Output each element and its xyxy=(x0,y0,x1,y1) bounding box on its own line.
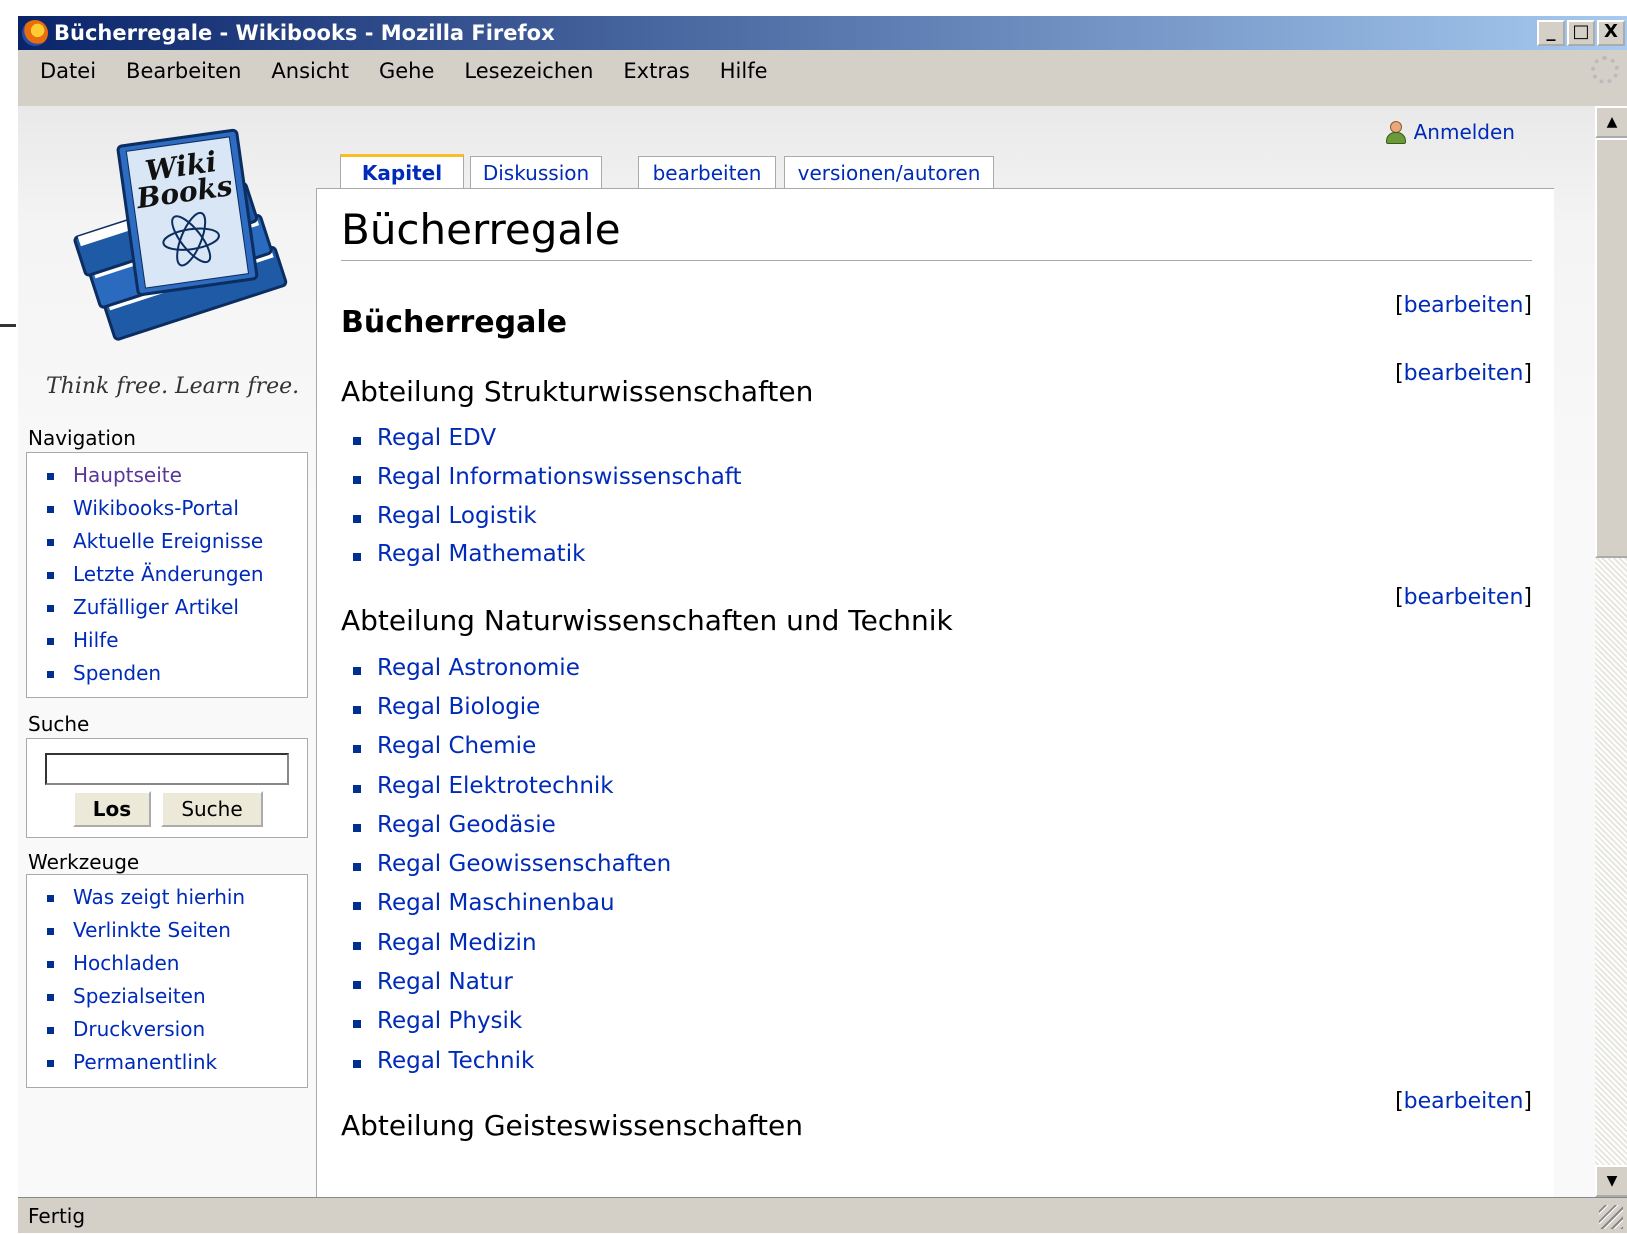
search-title: Suche xyxy=(28,712,90,736)
maximize-button[interactable]: □ xyxy=(1567,20,1595,46)
vertical-scrollbar[interactable]: ▲ ▼ xyxy=(1595,106,1627,1197)
navigation-portlet: Hauptseite Wikibooks-Portal Aktuelle Ere… xyxy=(26,452,308,698)
go-button[interactable]: Los xyxy=(73,791,151,827)
regal-link-geodaesie[interactable]: Regal Geodäsie xyxy=(353,812,556,838)
menu-lesezeichen[interactable]: Lesezeichen xyxy=(464,59,593,83)
scroll-down-button[interactable]: ▼ xyxy=(1595,1165,1627,1197)
nav-item-letzte-aenderungen[interactable]: Letzte Änderungen xyxy=(47,560,307,593)
section-heading-geisteswissenschaften: Abteilung Geisteswissenschaften xyxy=(341,1109,803,1142)
tool-item-hochladen[interactable]: Hochladen xyxy=(47,949,307,982)
regal-link-natur[interactable]: Regal Natur xyxy=(353,969,513,995)
edit-section-link[interactable]: [bearbeiten] xyxy=(1395,1089,1532,1114)
menu-ansicht[interactable]: Ansicht xyxy=(271,59,349,83)
edit-section-link[interactable]: [bearbeiten] xyxy=(1395,293,1532,318)
tool-item-spezialseiten[interactable]: Spezialseiten xyxy=(47,982,307,1015)
regal-link-informationswissenschaft[interactable]: Regal Informationswissenschaft xyxy=(353,464,742,490)
regal-link-geowissenschaften[interactable]: Regal Geowissenschaften xyxy=(353,851,671,877)
minimize-button[interactable]: _ xyxy=(1537,20,1565,46)
navigation-title: Navigation xyxy=(28,426,136,450)
menu-extras[interactable]: Extras xyxy=(623,59,689,83)
window-title: Bücherregale - Wikibooks - Mozilla Firef… xyxy=(54,21,555,45)
nav-item-zufaelliger-artikel[interactable]: Zufälliger Artikel xyxy=(47,593,307,626)
close-button[interactable]: X xyxy=(1597,20,1625,46)
status-text: Fertig xyxy=(28,1204,86,1228)
nav-item-hilfe[interactable]: Hilfe xyxy=(47,626,307,659)
tool-item-verlinkte-seiten[interactable]: Verlinkte Seiten xyxy=(47,916,307,949)
menu-gehe[interactable]: Gehe xyxy=(379,59,434,83)
nav-item-aktuelle-ereignisse[interactable]: Aktuelle Ereignisse xyxy=(47,527,307,560)
regal-link-biologie[interactable]: Regal Biologie xyxy=(353,694,540,720)
regal-link-medizin[interactable]: Regal Medizin xyxy=(353,930,537,956)
regal-link-logistik[interactable]: Regal Logistik xyxy=(353,503,537,529)
tool-item-was-zeigt-hierhin[interactable]: Was zeigt hierhin xyxy=(47,883,307,916)
section-heading-buecherregale: Bücherregale xyxy=(341,305,567,340)
regal-link-chemie[interactable]: Regal Chemie xyxy=(353,733,536,759)
regal-link-maschinenbau[interactable]: Regal Maschinenbau xyxy=(353,890,615,916)
search-portlet: Los Suche xyxy=(26,738,308,838)
edit-section-link-text[interactable]: bearbeiten xyxy=(1404,585,1524,610)
edit-section-link-text[interactable]: bearbeiten xyxy=(1404,293,1524,318)
scroll-up-button[interactable]: ▲ xyxy=(1595,106,1627,138)
regal-link-mathematik[interactable]: Regal Mathematik xyxy=(353,541,585,567)
section-heading-strukturwissenschaften: Abteilung Strukturwissenschaften xyxy=(341,375,814,408)
section-heading-naturwissenschaften: Abteilung Naturwissenschaften und Techni… xyxy=(341,604,953,637)
login-link[interactable]: Anmelden xyxy=(1384,120,1515,144)
login-label: Anmelden xyxy=(1413,120,1515,144)
regal-link-elektrotechnik[interactable]: Regal Elektrotechnik xyxy=(353,773,614,799)
throbber-icon xyxy=(1591,56,1619,84)
title-bar[interactable]: Bücherregale - Wikibooks - Mozilla Firef… xyxy=(18,16,1627,50)
nav-item-spenden[interactable]: Spenden xyxy=(47,659,307,692)
menu-bar: Datei Bearbeiten Ansicht Gehe Lesezeiche… xyxy=(18,50,1627,92)
scroll-thumb[interactable] xyxy=(1595,138,1627,558)
tool-item-permanentlink[interactable]: Permanentlink xyxy=(47,1048,307,1081)
tab-versionen-autoren[interactable]: versionen/autoren xyxy=(784,156,994,188)
page-content: Wiki Books Think free. Learn free. Navig… xyxy=(18,106,1595,1197)
tool-item-druckversion[interactable]: Druckversion xyxy=(47,1015,307,1048)
menu-hilfe[interactable]: Hilfe xyxy=(720,59,768,83)
browser-window: Bücherregale - Wikibooks - Mozilla Firef… xyxy=(16,16,1627,1233)
edit-section-link[interactable]: [bearbeiten] xyxy=(1395,585,1532,610)
tab-bearbeiten[interactable]: bearbeiten xyxy=(638,156,776,188)
edit-section-link-text[interactable]: bearbeiten xyxy=(1404,361,1524,386)
menu-datei[interactable]: Datei xyxy=(40,59,96,83)
page-title: Bücherregale xyxy=(341,205,1532,261)
nav-item-hauptseite[interactable]: Hauptseite xyxy=(47,461,307,494)
tools-title: Werkzeuge xyxy=(28,850,140,874)
search-button[interactable]: Suche xyxy=(161,791,263,827)
search-input[interactable] xyxy=(45,753,289,785)
resize-grip-icon[interactable] xyxy=(1599,1205,1623,1229)
article-body: Bücherregale Bücherregale [bearbeiten] A… xyxy=(316,188,1554,1197)
regal-link-physik[interactable]: Regal Physik xyxy=(353,1008,522,1034)
edit-section-link-text[interactable]: bearbeiten xyxy=(1404,1089,1524,1114)
firefox-icon[interactable] xyxy=(22,20,48,46)
menu-bearbeiten[interactable]: Bearbeiten xyxy=(126,59,241,83)
regal-link-technik[interactable]: Regal Technik xyxy=(353,1048,534,1074)
wikibooks-logo[interactable]: Wiki Books xyxy=(48,126,308,356)
status-bar: Fertig xyxy=(18,1197,1627,1233)
user-icon xyxy=(1384,121,1406,144)
logo-tagline: Think free. Learn free. xyxy=(46,374,300,399)
nav-item-wikibooks-portal[interactable]: Wikibooks-Portal xyxy=(47,494,307,527)
tab-kapitel[interactable]: Kapitel xyxy=(340,154,464,188)
tab-diskussion[interactable]: Diskussion xyxy=(470,156,602,188)
window-controls: _ □ X xyxy=(1537,20,1625,46)
regal-link-astronomie[interactable]: Regal Astronomie xyxy=(353,655,580,681)
edit-section-link[interactable]: [bearbeiten] xyxy=(1395,361,1532,386)
regal-link-edv[interactable]: Regal EDV xyxy=(353,425,496,451)
tools-portlet: Was zeigt hierhin Verlinkte Seiten Hochl… xyxy=(26,874,308,1088)
